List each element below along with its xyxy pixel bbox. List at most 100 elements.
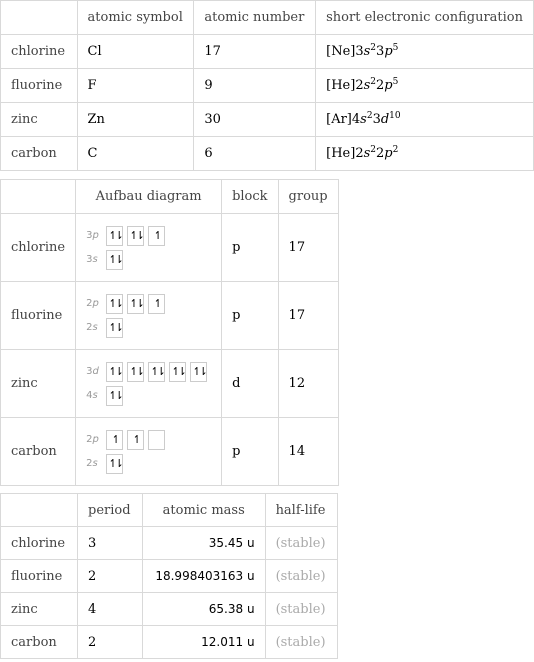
spin-pair-arrows-icon: ↿⇂ bbox=[106, 249, 124, 270]
header-half-life: half-life bbox=[264, 493, 339, 527]
spin-up-arrow-icon: ↿ bbox=[106, 429, 124, 450]
group: 17 bbox=[277, 213, 339, 282]
header-electron-config: short electronic configuration bbox=[315, 0, 534, 35]
subshell-letter: d bbox=[380, 112, 390, 127]
element-name: zinc bbox=[0, 349, 77, 418]
atomic-symbol: Cl bbox=[76, 34, 195, 69]
electron-count: 2 bbox=[392, 145, 399, 155]
table-row: carbon 2 12.011 u (stable) bbox=[0, 625, 339, 659]
electron-count: 5 bbox=[392, 77, 399, 87]
table-row: zinc Zn 30 [Ar]4s23d10 bbox=[0, 102, 534, 137]
orbital-row: 2s ↿⇂ bbox=[86, 316, 211, 340]
spin-pair-arrows-icon: ↿⇂ bbox=[127, 225, 145, 246]
table-header-row: period atomic mass half-life bbox=[0, 493, 339, 527]
electron-config: [He]2s22p2 bbox=[315, 136, 534, 171]
element-properties-table: atomic symbol atomic number short electr… bbox=[0, 0, 534, 171]
period: 2 bbox=[77, 559, 143, 593]
electron-count: 10 bbox=[389, 111, 401, 121]
orbital-label: 2s bbox=[86, 322, 106, 333]
atomic-mass: 35.45 u bbox=[141, 526, 266, 560]
spin-pair-arrows-icon: ↿⇂ bbox=[106, 385, 124, 406]
table-row: fluorine F 9 [He]2s22p5 bbox=[0, 68, 534, 103]
atomic-symbol: C bbox=[76, 136, 195, 171]
element-name: fluorine bbox=[0, 68, 78, 103]
spin-pair-arrows-icon: ↿⇂ bbox=[148, 361, 166, 382]
orbital-label: 2s bbox=[86, 458, 106, 469]
spin-pair-arrows-icon: ↿⇂ bbox=[169, 361, 187, 382]
config-core: [Ne] bbox=[326, 44, 356, 59]
mass-table: period atomic mass half-life chlorine 3 35… bbox=[0, 493, 339, 659]
spin-up-arrow-icon: ↿ bbox=[127, 429, 145, 450]
orbital-row: 2p ↿ ↿ bbox=[86, 428, 211, 452]
header-period: period bbox=[77, 493, 143, 527]
orbital-row: 3d ↿⇂ ↿⇂ ↿⇂ ↿⇂ ↿⇂ bbox=[86, 360, 211, 384]
block: d bbox=[221, 349, 279, 418]
spin-pair-arrows-icon: ↿⇂ bbox=[106, 453, 124, 474]
aufbau-diagram: 3p ↿⇂ ↿⇂ ↿ 3s ↿⇂ bbox=[75, 213, 223, 282]
atomic-number: 6 bbox=[193, 136, 317, 171]
table-row: fluorine 2 18.998403163 u (stable) bbox=[0, 559, 339, 593]
corner-cell bbox=[0, 493, 78, 527]
element-name: zinc bbox=[0, 592, 78, 626]
subshell-letter: s bbox=[360, 112, 367, 127]
orbital-subshell: s bbox=[92, 254, 98, 265]
element-name: carbon bbox=[0, 625, 78, 659]
spin-pair-arrows-icon: ↿⇂ bbox=[190, 361, 208, 382]
table-header-row: atomic symbol atomic number short electr… bbox=[0, 0, 534, 35]
table-row: carbon 2p ↿ ↿ 2s ↿⇂ p 14 bbox=[0, 417, 339, 486]
group: 14 bbox=[277, 417, 339, 486]
corner-cell bbox=[0, 0, 78, 35]
shell-number: 3 bbox=[355, 44, 364, 59]
header-group: group bbox=[277, 179, 339, 214]
orbital-row: 2s ↿⇂ bbox=[86, 452, 211, 476]
period: 2 bbox=[77, 625, 143, 659]
orbital-subshell: p bbox=[92, 230, 99, 241]
aufbau-table: Aufbau diagram block group chlorine 3p ↿⇂ ↿… bbox=[0, 179, 339, 486]
header-atomic-number: atomic number bbox=[193, 0, 317, 35]
half-life: (stable) bbox=[264, 625, 339, 659]
config-core: [He] bbox=[326, 78, 356, 93]
empty-orbital-box bbox=[148, 429, 166, 450]
orbital-row: 2p ↿⇂ ↿⇂ ↿ bbox=[86, 292, 211, 316]
header-atomic-mass: atomic mass bbox=[141, 493, 266, 527]
electron-count: 5 bbox=[392, 43, 399, 53]
electron-config: [Ar]4s23d10 bbox=[315, 102, 534, 137]
block: p bbox=[221, 281, 279, 350]
block: p bbox=[221, 213, 279, 282]
orbital-label: 2p bbox=[86, 434, 106, 445]
table-row: zinc 4 65.38 u (stable) bbox=[0, 592, 339, 626]
header-block: block bbox=[221, 179, 279, 214]
atomic-number: 9 bbox=[193, 68, 317, 103]
orbital-row: 4s ↿⇂ bbox=[86, 384, 211, 408]
atomic-symbol: F bbox=[76, 68, 195, 103]
group: 17 bbox=[277, 281, 339, 350]
electron-config: [He]2s22p5 bbox=[315, 68, 534, 103]
element-name: carbon bbox=[0, 136, 78, 171]
atomic-number: 30 bbox=[193, 102, 317, 137]
element-name: chlorine bbox=[0, 34, 78, 69]
config-core: [Ar] bbox=[326, 112, 352, 127]
spin-pair-arrows-icon: ↿⇂ bbox=[127, 361, 145, 382]
aufbau-diagram: 2p ↿ ↿ 2s ↿⇂ bbox=[75, 417, 223, 486]
spin-pair-arrows-icon: ↿⇂ bbox=[106, 293, 124, 314]
spin-pair-arrows-icon: ↿⇂ bbox=[106, 225, 124, 246]
orbital-label: 4s bbox=[86, 390, 106, 401]
block: p bbox=[221, 417, 279, 486]
aufbau-diagram: 3d ↿⇂ ↿⇂ ↿⇂ ↿⇂ ↿⇂ 4s ↿⇂ bbox=[75, 349, 223, 418]
shell-number: 4 bbox=[351, 112, 361, 127]
orbital-label: 3p bbox=[86, 230, 106, 241]
orbital-label: 3d bbox=[86, 366, 106, 377]
spin-up-arrow-icon: ↿ bbox=[148, 293, 166, 314]
orbital-label: 2p bbox=[86, 298, 106, 309]
aufbau-diagram: 2p ↿⇂ ↿⇂ ↿ 2s ↿⇂ bbox=[75, 281, 223, 350]
element-name: chlorine bbox=[0, 213, 77, 282]
table-row: chlorine 3 35.45 u (stable) bbox=[0, 526, 339, 560]
orbital-subshell: s bbox=[92, 390, 98, 401]
atomic-mass: 65.38 u bbox=[141, 592, 266, 626]
orbital-subshell: d bbox=[92, 366, 99, 377]
spin-pair-arrows-icon: ↿⇂ bbox=[106, 317, 124, 338]
table-row: carbon C 6 [He]2s22p2 bbox=[0, 136, 534, 171]
element-name: chlorine bbox=[0, 526, 78, 560]
config-core: [He] bbox=[326, 146, 356, 161]
half-life: (stable) bbox=[264, 559, 339, 593]
